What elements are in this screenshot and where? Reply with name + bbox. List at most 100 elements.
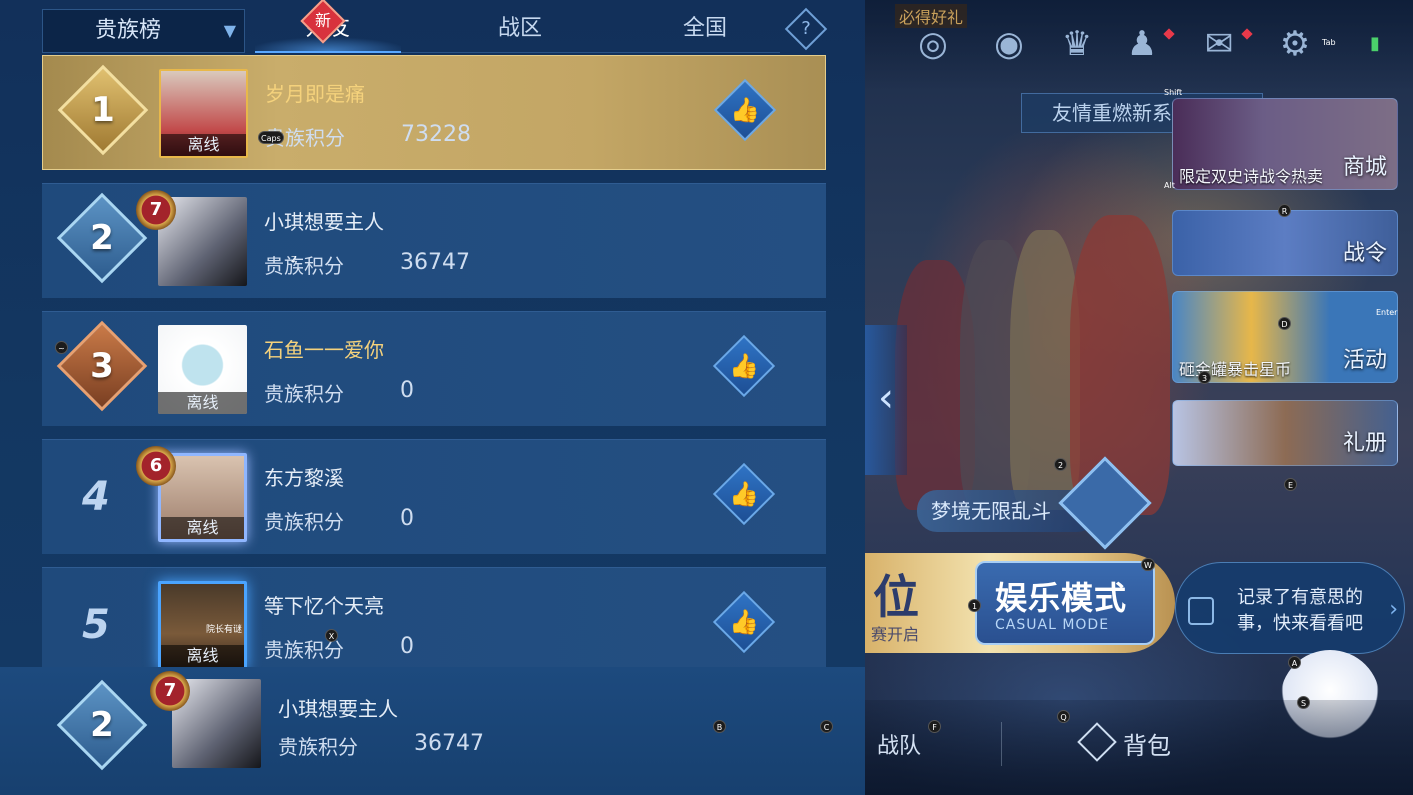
event-card-subtitle: 砸金罐暴击星币 [1179,360,1292,379]
mail-icon[interactable]: ✉ [1197,22,1241,66]
status-label: 离线 [161,134,246,156]
rank-number: 5 [82,602,110,648]
rank-silver-icon: 2 [56,679,148,771]
score-label: 贵族积分 [264,382,344,406]
score-value: 0 [400,378,414,403]
ranking-row[interactable]: 5 院长有谜 离线 等下忆个天亮 贵族积分 0 👍 [42,567,826,667]
dropdown-label: 贵族榜 [95,18,162,43]
tab-region[interactable]: 战区 [435,9,605,53]
rank-number: 3 [90,346,114,386]
team-button[interactable]: 战队 [877,728,921,760]
key-hint: Z [291,255,297,264]
game-mode-bar[interactable]: 位 赛开启 娱乐模式 CASUAL MODE [865,553,1175,653]
key-hint: ~ [55,341,68,354]
help-icon[interactable]: ? [784,7,828,51]
ranking-row[interactable]: 3 离线 石鱼一一爱你 贵族积分 0 👍 [42,311,826,426]
divider [1001,722,1002,766]
chevron-left-icon: ‹ [878,375,894,421]
key-hint: Q [1057,710,1070,723]
collapse-panel-button[interactable]: ‹ [865,325,907,475]
like-button[interactable]: 👍 [712,590,776,654]
battery-icon: ▮ [1370,33,1380,54]
key-hint: E [1284,478,1297,491]
ranked-mode-label: 位 [873,570,919,624]
key-hint: W [1141,558,1155,571]
avatar[interactable]: 离线 [158,325,247,414]
hero-figure [1070,215,1170,515]
casual-mode-subtitle: CASUAL MODE [995,617,1110,633]
event-card-label: 活动 [1342,348,1387,373]
avatar-caption: 院长有谜 [205,625,242,635]
battlepass-card[interactable]: 战令 [1172,210,1398,276]
key-hint: F [928,720,941,733]
rank-number: 4 [82,474,110,520]
shop-card[interactable]: 商城 限定双史诗战令热卖 [1172,98,1398,190]
thumbs-up-icon: 👍 [729,608,759,636]
score-value: 36747 [400,250,470,275]
rank-silver-icon: 2 [56,192,148,284]
document-icon [1188,597,1214,625]
avatar[interactable]: 离线 [159,69,248,158]
gift-book-card-label: 礼册 [1342,431,1387,456]
event-card[interactable]: 活动 砸金罐暴击星币 [1172,291,1398,383]
key-hint: B [713,720,726,733]
key-hint: 1 [968,599,981,612]
thumbs-up-icon: 👍 [730,96,760,124]
like-button[interactable]: 👍 [712,334,776,398]
key-hint: C [820,720,833,733]
gift-book-card[interactable]: 礼册 [1172,400,1398,466]
battlepass-card-label: 战令 [1342,241,1387,266]
rank-bronze-icon: 3 [56,320,148,412]
notice-text: 记录了有意思的事，快来看看吧 [1237,587,1363,634]
friends-icon[interactable]: ♟ [1120,22,1164,66]
ranking-row[interactable]: 2 7 小琪想要主人 贵族积分 36747 [42,183,826,298]
ranking-list[interactable]: 1 离线 岁月即是痛 贵族积分 73228 👍 2 7 小琪想要主人 贵族积分 … [42,55,826,667]
target-icon[interactable]: ◎ [911,22,955,66]
key-hint: D [1278,317,1291,330]
key-hint: Alt [1164,181,1175,190]
key-hint: 2 [1054,458,1067,471]
score-value: 36747 [414,731,484,756]
vip-badge: 7 [136,190,176,230]
new-badge-text: 新 [314,11,331,30]
notice-bubble[interactable]: 记录了有意思的事，快来看看吧 › [1175,562,1405,654]
score-label: 贵族积分 [264,254,344,278]
score-value: 0 [400,506,414,531]
player-name[interactable]: 等下忆个天亮 [264,590,384,619]
score-label: 贵族积分 [278,735,358,759]
key-hint: Enter [1376,308,1398,317]
settings-icon[interactable]: ⚙ [1273,22,1317,66]
like-button[interactable]: 👍 [712,462,776,526]
key-hint: A [1288,656,1301,669]
ranking-row[interactable]: 4 离线 6 东方黎溪 贵族积分 0 👍 [42,439,826,554]
leaderboard-type-dropdown[interactable]: 贵族榜 ▼ [42,9,245,53]
leaderboard-panel: 贵族榜 ▼ 好友 战区 全国 新 ? 1 离线 岁月即是痛 贵族积分 73228… [0,0,865,795]
tab-nation[interactable]: 全国 [625,9,785,53]
shop-card-label: 商城 [1342,155,1387,180]
shop-card-subtitle: 限定双史诗战令热卖 [1179,167,1324,186]
thumbs-up-icon: 👍 [729,352,759,380]
rank-number: 2 [90,705,114,745]
trophy-icon[interactable]: ♛ [1055,22,1099,66]
ranking-row[interactable]: 1 离线 岁月即是痛 贵族积分 73228 👍 [42,55,826,170]
player-name[interactable]: 东方黎溪 [264,462,344,491]
player-name[interactable]: 岁月即是痛 [265,78,365,107]
player-name[interactable]: 小琪想要主人 [264,206,384,235]
chevron-down-icon: ▼ [223,21,236,40]
avatar[interactable]: 院长有谜 离线 [158,581,247,667]
casual-mode-button[interactable]: 娱乐模式 CASUAL MODE [975,561,1155,645]
score-value: 0 [400,634,414,659]
like-button[interactable]: 👍 [713,78,777,142]
key-hint: R [1278,204,1291,217]
score-label: 贵族积分 [264,510,344,534]
eye-icon[interactable]: ◉ [987,22,1031,66]
status-label: 离线 [158,392,247,414]
key-hint: S [1297,696,1310,709]
bag-button[interactable]: 背包 [1123,726,1171,761]
key-hint: Caps [258,131,284,144]
player-name: 小琪想要主人 [278,697,398,721]
vip-badge: 6 [136,446,176,486]
vip-badge: 7 [150,671,190,711]
help-symbol: ? [801,18,811,39]
player-name[interactable]: 石鱼一一爱你 [264,334,384,363]
